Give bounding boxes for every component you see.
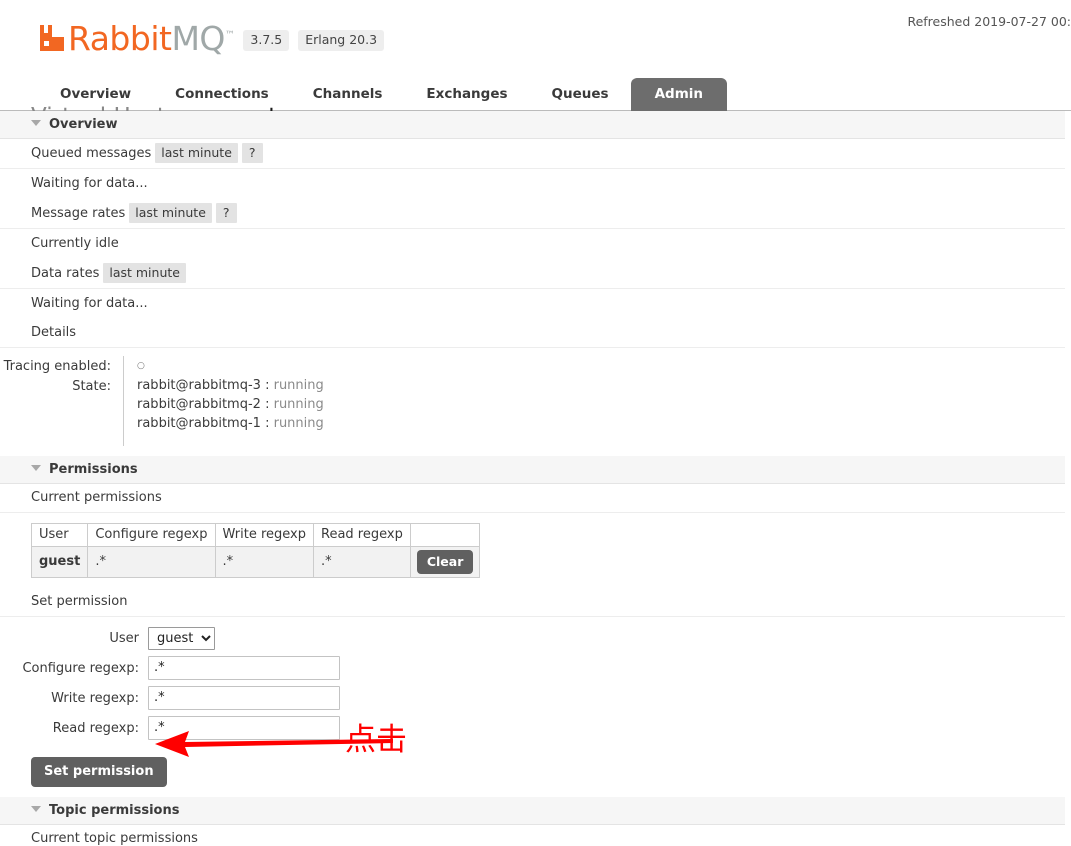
- current-topic-permissions-label: Current topic permissions: [0, 825, 1065, 846]
- column-header-user: User: [30, 523, 89, 547]
- vhost-details: Tracing enabled: ○ State: rabbit@rabbitm…: [0, 348, 1065, 456]
- erlang-version-badge: Erlang 20.3: [298, 30, 385, 51]
- user-field-label: User: [109, 631, 139, 646]
- message-rates-label: Message rates: [31, 206, 126, 221]
- detail-row-state: State: rabbit@rabbitmq-3 : running rabbi…: [0, 376, 1065, 446]
- queued-messages-period-chip[interactable]: last minute: [155, 143, 238, 163]
- configure-regexp-input[interactable]: [148, 656, 340, 680]
- logo-trademark: ™: [224, 30, 235, 41]
- chevron-down-icon: [31, 806, 41, 812]
- write-regexp-input[interactable]: [148, 686, 340, 710]
- section-header-permissions[interactable]: Permissions: [0, 456, 1065, 484]
- tab-admin[interactable]: Admin: [630, 78, 727, 111]
- set-permission-submit-wrap: Set permission: [0, 750, 1071, 797]
- current-permissions-table: User Configure regexp Write regexp Read …: [30, 523, 481, 578]
- chevron-down-icon: [31, 465, 41, 471]
- message-rates-row: Message rates last minute?: [0, 199, 1065, 229]
- write-regexp-label: Write regexp:: [51, 690, 139, 706]
- state-node-name: rabbit@rabbitmq-2: [137, 397, 261, 412]
- cell-write-regexp: .*: [214, 546, 315, 578]
- rabbitmq-logo-icon: [40, 24, 64, 51]
- page-header: Refreshed 2019-07-27 00: RabbitMQ™ 3.7.5…: [0, 0, 1071, 78]
- set-permission-button[interactable]: Set permission: [31, 757, 167, 787]
- clear-permission-button[interactable]: Clear: [416, 550, 474, 574]
- tracing-enabled-value: ○: [137, 361, 145, 371]
- refreshed-timestamp: Refreshed 2019-07-27 00:: [907, 14, 1071, 29]
- queued-messages-status: Waiting for data...: [31, 176, 148, 191]
- state-node-name: rabbit@rabbitmq-3: [137, 378, 261, 393]
- data-rates-row: Data rates last minute: [0, 259, 1065, 289]
- state-node-separator: :: [260, 416, 274, 431]
- state-node-row: rabbit@rabbitmq-3 : running: [137, 376, 324, 395]
- state-node-row: rabbit@rabbitmq-1 : running: [137, 414, 324, 433]
- cell-read-regexp: .*: [313, 546, 411, 578]
- message-rates-help-icon[interactable]: ?: [215, 203, 237, 223]
- message-rates-status: Currently idle: [31, 236, 119, 251]
- form-row-read-regexp: Read regexp:: [0, 716, 1071, 740]
- detail-row-tracing: Tracing enabled: ○: [0, 356, 1065, 376]
- column-header-actions: [409, 523, 481, 547]
- current-permissions-label: Current permissions: [0, 484, 1065, 513]
- state-node-name: rabbit@rabbitmq-1: [137, 416, 261, 431]
- cell-actions: Clear: [409, 546, 481, 578]
- section-header-permissions-label: Permissions: [49, 462, 138, 477]
- tracing-enabled-label: Tracing enabled:: [0, 356, 124, 376]
- set-permission-label: Set permission: [0, 588, 1065, 617]
- data-rates-status: Waiting for data...: [31, 296, 148, 311]
- form-row-configure-regexp: Configure regexp:: [0, 656, 1071, 680]
- read-regexp-label: Read regexp:: [52, 720, 139, 736]
- tab-queues[interactable]: Queues: [530, 79, 631, 110]
- cell-configure-regexp: .*: [87, 546, 216, 578]
- version-badges: 3.7.5 Erlang 20.3: [243, 30, 385, 51]
- message-rates-period-chip[interactable]: last minute: [129, 203, 212, 223]
- data-rates-label: Data rates: [31, 266, 100, 281]
- table-row: guest .* .* .* Clear: [30, 546, 481, 578]
- section-header-topic-permissions-label: Topic permissions: [49, 803, 180, 818]
- section-header-overview-label: Overview: [49, 117, 118, 132]
- chevron-down-icon: [31, 120, 41, 126]
- logo-text-mq: MQ: [171, 19, 225, 58]
- cell-user: guest: [30, 546, 89, 578]
- current-permissions-table-wrap: User Configure regexp Write regexp Read …: [0, 513, 1071, 588]
- data-rates-period-chip[interactable]: last minute: [103, 263, 186, 283]
- main-content: Overview Queued messages last minute? Wai…: [0, 111, 1071, 846]
- rabbitmq-version-badge: 3.7.5: [243, 30, 290, 51]
- state-label: State:: [0, 376, 124, 446]
- rabbitmq-logo[interactable]: RabbitMQ™: [38, 21, 235, 55]
- state-node-status: running: [273, 378, 324, 393]
- column-header-write-regexp: Write regexp: [214, 523, 315, 547]
- user-select[interactable]: guest: [148, 627, 215, 650]
- table-header-row: User Configure regexp Write regexp Read …: [30, 523, 481, 547]
- logo-text-rabbit: Rabbit: [68, 19, 172, 58]
- state-node-separator: :: [260, 378, 274, 393]
- section-header-overview[interactable]: Overview: [0, 111, 1065, 139]
- state-node-status: running: [273, 397, 324, 412]
- state-node-row: rabbit@rabbitmq-2 : running: [137, 395, 324, 414]
- queued-messages-help-icon[interactable]: ?: [241, 143, 263, 163]
- details-label: Details: [0, 319, 1065, 348]
- set-permission-form: User guest Configure regexp: Write regex…: [0, 617, 1071, 750]
- state-value: rabbit@rabbitmq-3 : running rabbit@rabbi…: [124, 376, 324, 446]
- state-node-separator: :: [260, 397, 274, 412]
- tab-exchanges[interactable]: Exchanges: [404, 79, 529, 110]
- state-node-status: running: [273, 416, 324, 431]
- brand-area: RabbitMQ™ 3.7.5 Erlang 20.3: [38, 21, 385, 55]
- column-header-read-regexp: Read regexp: [313, 523, 411, 547]
- rabbitmq-management-page: Refreshed 2019-07-27 00: RabbitMQ™ 3.7.5…: [0, 0, 1071, 846]
- form-row-user: User guest: [0, 627, 1071, 650]
- section-header-topic-permissions[interactable]: Topic permissions: [0, 797, 1065, 825]
- form-row-write-regexp: Write regexp:: [0, 686, 1071, 710]
- queued-messages-label: Queued messages: [31, 146, 152, 161]
- queued-messages-row: Queued messages last minute?: [0, 139, 1065, 169]
- read-regexp-input[interactable]: [148, 716, 340, 740]
- column-header-configure-regexp: Configure regexp: [87, 523, 216, 547]
- configure-regexp-label: Configure regexp:: [22, 660, 139, 676]
